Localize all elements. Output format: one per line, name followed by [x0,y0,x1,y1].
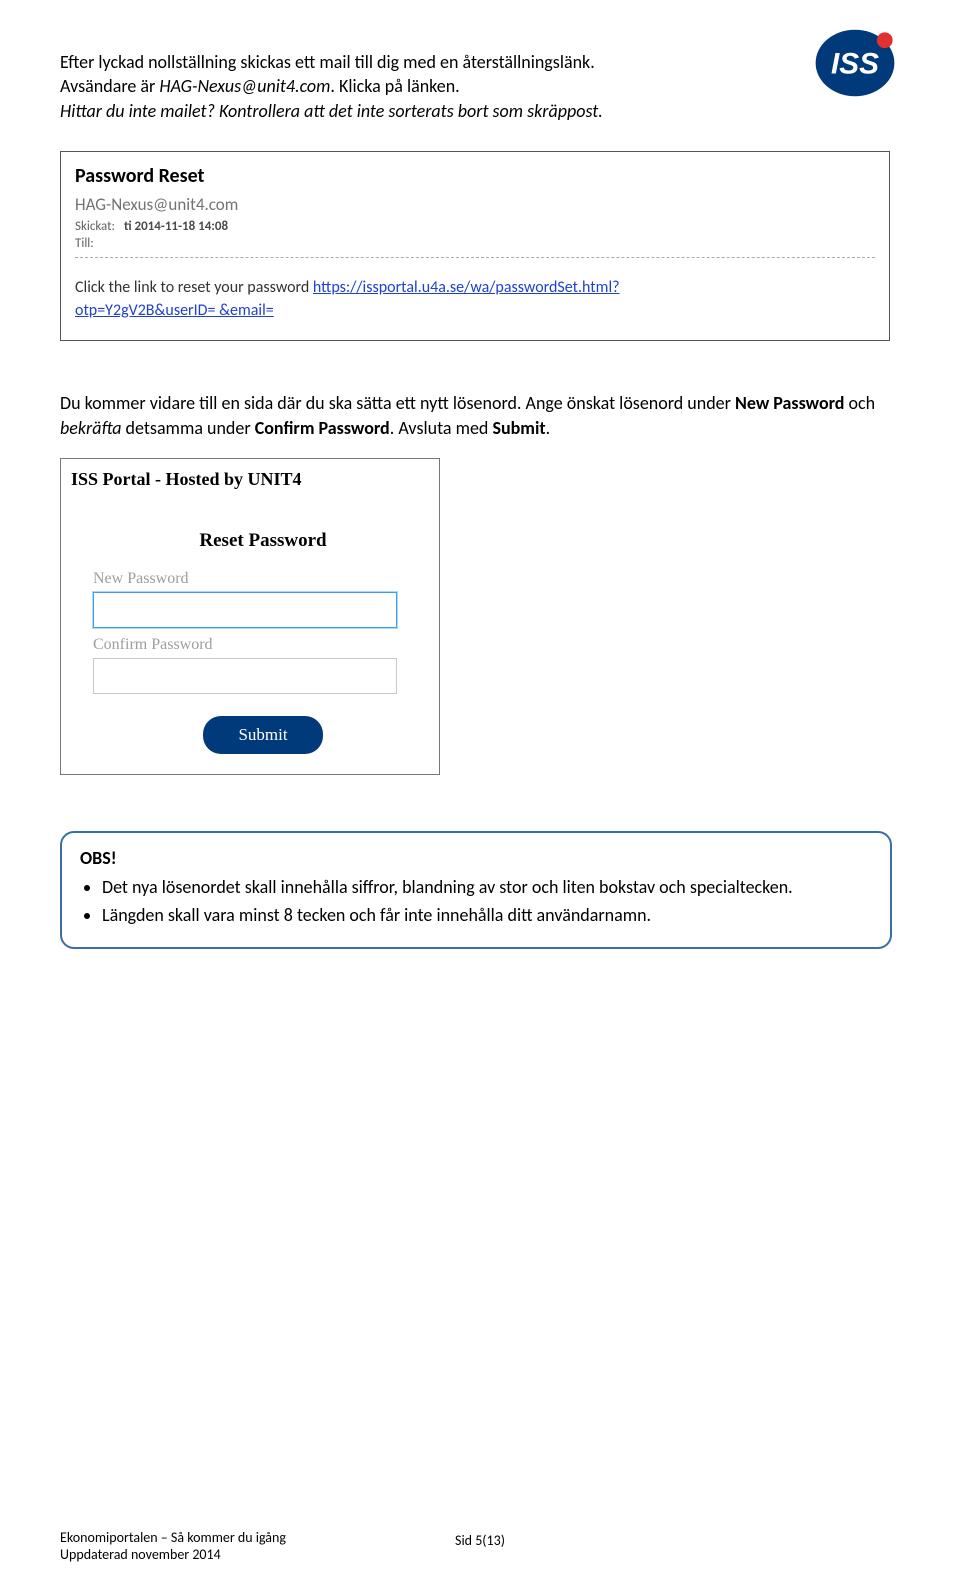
intro-line3: Hittar du inte mailet? Kontrollera att d… [60,100,603,122]
confirm-password-input[interactable] [93,658,397,694]
email-reset-link-2[interactable]: otp=Y2gV2B&userID= &email= [75,301,274,320]
page-footer: Sid 5(13) Ekonomiportalen – Så kommer du… [60,1529,900,1563]
new-password-label: New Password [93,570,417,588]
email-reset-link-1[interactable]: https://issportal.u4a.se/wa/passwordSet.… [313,278,620,297]
svg-text:ISS: ISS [831,48,879,81]
submit-button[interactable]: Submit [203,716,323,754]
email-sent-row: Skickat: ti 2014-11-18 14:08 [75,219,875,234]
email-body: Click the link to reset your password ht… [75,276,875,322]
email-to-row: Till: [75,236,875,258]
obs-callout: OBS! Det nya lösenordet skall innehålla … [60,831,892,950]
mid-e: . [546,417,551,439]
obs-item-1: Det nya lösenordet skall innehålla siffr… [102,875,872,899]
form-subheader: Reset Password [153,530,373,552]
mid-a: Du kommer vidare till en sida där du ska… [60,392,735,414]
intro-line2b: . Klicka på länken. [330,75,459,97]
email-sent-label: Skickat: [75,219,115,234]
email-body-prefix: Click the link to reset your password [75,278,313,297]
intro-line2a: Avsändare är [60,75,159,97]
email-title: Password Reset [75,164,875,188]
obs-title: OBS! [80,847,872,869]
confirm-password-label: Confirm Password [93,636,417,654]
intro-line1: Efter lyckad nollställning skickas ett m… [60,51,595,73]
form-header: ISS Portal - Hosted by UNIT4 [61,459,439,508]
mid-c: detsamma under [121,417,254,439]
intro-text: Efter lyckad nollställning skickas ett m… [60,50,800,123]
mid-bek: bekräfta [60,417,121,439]
mid-np: New Password [735,392,844,414]
mid-cp: Confirm Password [255,417,390,439]
email-to-label: Till: [75,236,94,251]
intro-email: HAG-Nexus@unit4.com [159,75,330,97]
mid-sub: Submit [492,417,545,439]
footer-updated: Uppdaterad november 2014 [60,1546,286,1563]
mid-d: . Avsluta med [390,417,493,439]
mid-b: och [844,392,875,414]
email-from: HAG-Nexus@unit4.com [75,194,875,215]
email-preview-box: Password Reset HAG-Nexus@unit4.com Skick… [60,151,890,341]
obs-item-2: Längden skall vara minst 8 tecken och få… [102,903,872,927]
iss-logo: ISS [810,28,900,98]
instruction-text: Du kommer vidare till en sida där du ska… [60,391,900,440]
reset-password-form: ISS Portal - Hosted by UNIT4 Reset Passw… [60,458,440,775]
obs-list: Det nya lösenordet skall innehålla siffr… [102,875,872,928]
new-password-input[interactable] [93,592,397,628]
email-sent-value: ti 2014-11-18 14:08 [124,219,228,234]
footer-page-number: Sid 5(13) [455,1532,505,1549]
footer-doc-title: Ekonomiportalen – Så kommer du igång [60,1529,286,1546]
